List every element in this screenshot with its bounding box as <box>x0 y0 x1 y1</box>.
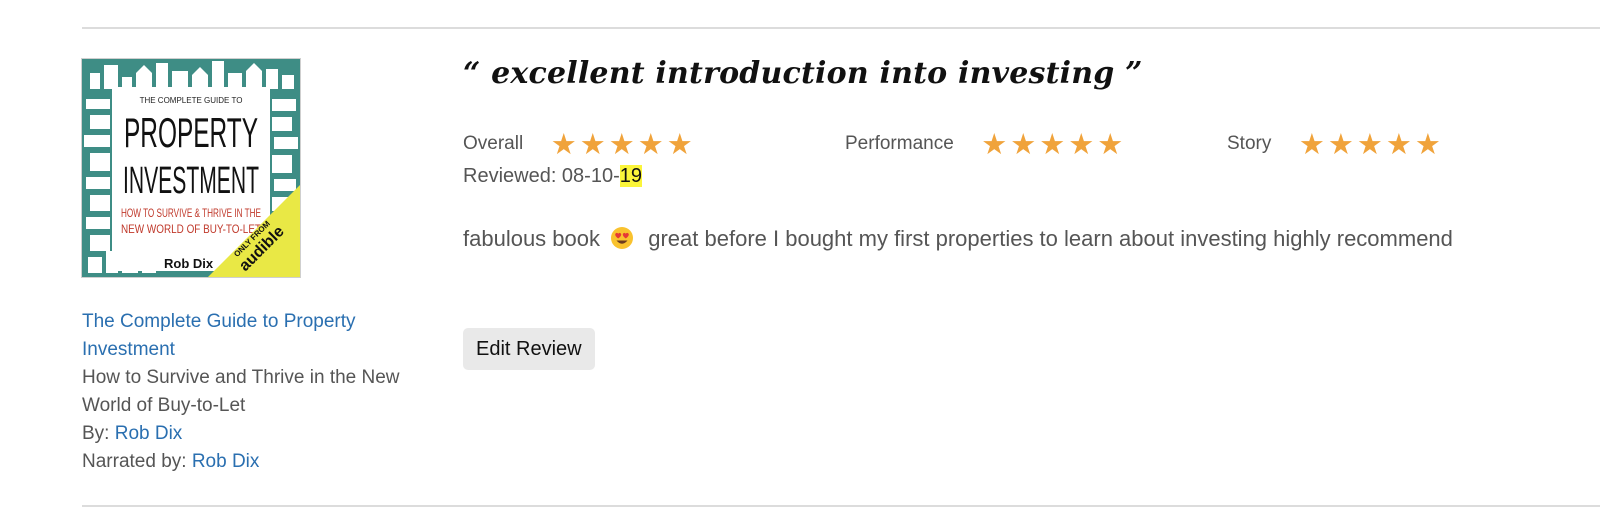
star-icon: ★ <box>1414 127 1441 161</box>
review-body: fabulous book great before I bought my f… <box>463 226 1453 256</box>
star-icon: ★ <box>1097 127 1124 161</box>
review-body-start: fabulous book <box>463 226 600 251</box>
cover-title-line-2: INVESTMENT <box>123 160 259 202</box>
top-divider <box>82 27 1600 29</box>
book-info: The Complete Guide to Property Investmen… <box>82 308 417 476</box>
author-line: By: Rob Dix <box>82 420 417 448</box>
star-icon: ★ <box>1068 127 1095 161</box>
star-icon: ★ <box>981 127 1008 161</box>
star-icon: ★ <box>666 127 693 161</box>
star-rating-performance: ★ ★ ★ ★ ★ <box>980 129 1125 159</box>
star-icon: ★ <box>550 127 577 161</box>
author-link[interactable]: Rob Dix <box>115 423 183 444</box>
reviewed-date-prefix: Reviewed: 08-10- <box>463 165 620 187</box>
star-rating-story: ★ ★ ★ ★ ★ <box>1297 129 1442 159</box>
star-icon: ★ <box>1356 127 1383 161</box>
book-subtitle: How to Survive and Thrive in the New Wor… <box>82 367 400 416</box>
cover-title-line-1: PROPERTY <box>124 109 258 156</box>
star-icon: ★ <box>1385 127 1412 161</box>
star-icon: ★ <box>579 127 606 161</box>
rating-label-overall: Overall <box>463 133 524 154</box>
cover-subtitle-line-2: NEW WORLD OF BUY-TO-LET <box>121 222 262 236</box>
rating-label-story: Story <box>1227 133 1272 154</box>
review-body-end: great before I bought my first propertie… <box>648 226 1453 251</box>
reviewed-date-highlight: 19 <box>619 165 642 187</box>
cover-author-text: Rob Dix <box>164 256 214 271</box>
heart-eyes-emoji-icon <box>610 226 634 256</box>
reviewed-date: Reviewed: 08-10-19 <box>463 165 642 188</box>
rating-label-performance: Performance <box>845 133 954 154</box>
cover-subtitle-line-1: HOW TO SURVIVE & THRIVE IN THE <box>121 206 261 220</box>
book-title-link[interactable]: The Complete Guide to Property Investmen… <box>82 311 356 360</box>
star-icon: ★ <box>1039 127 1066 161</box>
narrator-line: Narrated by: Rob Dix <box>82 448 417 476</box>
star-icon: ★ <box>1010 127 1037 161</box>
book-cover-image[interactable]: THE COMPLETE GUIDE TO PROPERTY INVESTMEN… <box>81 58 301 278</box>
rating-overall: Overall ★ ★ ★ ★ ★ <box>463 128 694 160</box>
cover-top-text: THE COMPLETE GUIDE TO <box>140 96 243 105</box>
star-rating-overall: ★ ★ ★ ★ ★ <box>549 129 694 159</box>
ratings-row: Overall ★ ★ ★ ★ ★ Performance ★ ★ ★ ★ ★ Story ★ ★… <box>463 128 1563 160</box>
star-icon: ★ <box>637 127 664 161</box>
rating-story: Story ★ ★ ★ ★ ★ <box>1227 128 1442 160</box>
author-label: By: <box>82 423 110 444</box>
review-headline: “ excellent introduction into investing … <box>463 56 1143 91</box>
narrator-label: Narrated by: <box>82 451 187 472</box>
rating-performance: Performance ★ ★ ★ ★ ★ <box>845 128 1125 160</box>
star-icon: ★ <box>1327 127 1354 161</box>
edit-review-button[interactable]: Edit Review <box>463 328 595 370</box>
bottom-divider <box>82 505 1600 507</box>
star-icon: ★ <box>608 127 635 161</box>
star-icon: ★ <box>1298 127 1325 161</box>
narrator-link[interactable]: Rob Dix <box>192 451 260 472</box>
